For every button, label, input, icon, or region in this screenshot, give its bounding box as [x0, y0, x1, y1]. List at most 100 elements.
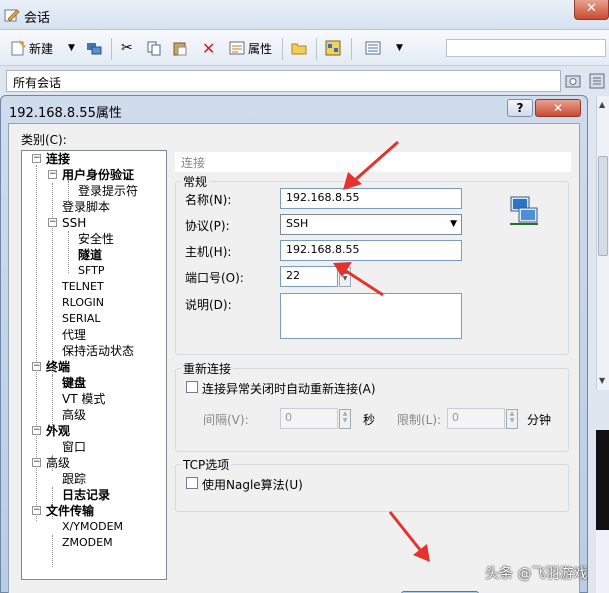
parent-close-button[interactable]: ✕ [574, 0, 609, 20]
tree-toggle-icon[interactable]: − [32, 426, 41, 435]
tree-toggle-icon[interactable]: − [32, 506, 41, 515]
paste-icon[interactable] [172, 38, 188, 58]
tree-item[interactable]: 键盘 [62, 376, 86, 390]
tree-toggle-icon[interactable]: − [32, 154, 41, 163]
tree-item[interactable]: 隧道 [78, 248, 102, 262]
tree-item[interactable]: TELNET [62, 280, 104, 294]
toolbar-search-input[interactable] [446, 39, 606, 57]
properties-label: 属性 [248, 41, 273, 56]
color-scheme-icon[interactable] [325, 38, 341, 58]
host-input[interactable]: 192.168.8.55 [280, 240, 462, 261]
new-button-label: 新建 [29, 41, 54, 56]
tree-item[interactable]: 窗口 [62, 440, 86, 454]
tree-item[interactable]: RLOGIN [62, 296, 104, 310]
tree-toggle-icon[interactable]: − [32, 362, 41, 371]
limit-input[interactable]: 0 [447, 408, 505, 429]
protocol-label: 协议(P): [185, 219, 230, 233]
watermark: 头条 @飞羽游戏 [485, 566, 588, 582]
name-label: 名称(N): [185, 193, 232, 207]
cut-icon[interactable]: ✂ [121, 38, 133, 58]
parent-titlebar: 会话 ✕ [0, 0, 609, 30]
toolbar: 新建 ▼ ✂ ✕ 属性 ▼ [0, 30, 609, 66]
right-scrollbar[interactable]: ▲ ▼ [596, 96, 609, 390]
tree-item[interactable]: SSH [62, 216, 86, 230]
delete-icon[interactable]: ✕ [202, 38, 215, 58]
tree-item[interactable]: 高级 [46, 456, 70, 470]
scroll-up-icon[interactable]: ▲ [599, 100, 605, 109]
port-input[interactable]: 22 [280, 266, 338, 287]
session-filter[interactable]: 所有会话 [6, 70, 561, 92]
tree-toggle-icon[interactable]: − [48, 170, 57, 179]
dialog-title: 192.168.8.55属性 [9, 106, 122, 121]
tree-item[interactable]: 登录提示符 [78, 184, 138, 198]
tree-item[interactable]: 日志记录 [62, 488, 110, 502]
section-title: 连接 [175, 152, 571, 172]
scroll-down-icon[interactable]: ▼ [599, 376, 605, 385]
port-stepper[interactable]: ▲ ▼ [339, 267, 351, 287]
interval-stepper[interactable]: ▲ ▼ [339, 409, 351, 429]
limit-label: 限制(L): [397, 413, 442, 427]
limit-unit: 分钟 [527, 413, 552, 427]
tree-item[interactable]: 文件传输 [46, 504, 94, 518]
tree-item[interactable]: 代理 [62, 328, 86, 342]
properties-icon [229, 41, 245, 55]
general-group-title: 常规 [181, 173, 210, 190]
tree-item[interactable]: 跟踪 [62, 472, 86, 486]
tree-toggle-icon[interactable]: − [32, 458, 41, 467]
tree-item[interactable]: 连接 [46, 152, 70, 166]
tcp-group-title: TCP选项 [181, 456, 232, 473]
tree-item[interactable]: 高级 [62, 408, 86, 422]
tree-item[interactable]: X/YMODEM [62, 520, 123, 534]
description-input[interactable] [280, 293, 462, 339]
tree-item[interactable]: SFTP [78, 264, 104, 278]
tree-item[interactable]: 外观 [46, 424, 70, 438]
nagle-checkbox[interactable] [186, 477, 198, 489]
session-manager-icon[interactable] [588, 72, 606, 90]
save-session-icon[interactable] [564, 72, 582, 90]
category-tree[interactable]: − 连接 − 用户身份验证 登录提示符 登录脚本 − SSH 安全性 隧道 SF… [21, 150, 167, 580]
copy-icon[interactable] [146, 38, 162, 58]
tree-item[interactable]: 登录脚本 [62, 200, 110, 214]
help-button[interactable]: ? [507, 99, 533, 117]
tree-item[interactable]: 安全性 [78, 232, 114, 246]
tree-item[interactable]: 保持活动状态 [62, 344, 134, 358]
properties-button[interactable]: 属性 [229, 38, 272, 58]
tree-item[interactable]: ZMODEM [62, 536, 113, 550]
app-icon [4, 9, 20, 22]
new-dropdown-icon[interactable]: ▼ [68, 38, 75, 58]
toolbar-divider [111, 38, 112, 60]
tree-item[interactable]: 终端 [46, 360, 70, 374]
limit-stepper[interactable]: ▲ ▼ [506, 409, 518, 429]
network-computer-icon [510, 196, 538, 225]
dialog-body: 类别(C): − 连接 − 用户身份验证 登录提示符 登录脚本 − SSH 安全… [8, 123, 580, 593]
folder-icon[interactable] [291, 38, 307, 58]
terminal-strip [596, 430, 609, 530]
category-label: 类别(C): [21, 133, 67, 147]
chevron-down-icon: ▼ [450, 219, 457, 229]
new-icon [11, 40, 26, 56]
interval-unit: 秒 [363, 413, 376, 427]
protocol-select[interactable]: SSH ▼ [280, 214, 462, 235]
connect-icon[interactable] [86, 38, 102, 58]
scroll-thumb[interactable] [598, 156, 608, 256]
right-panel-lower [596, 530, 609, 593]
reconnect-group-title: 重新连接 [181, 360, 234, 377]
tree-item[interactable]: VT 模式 [62, 392, 105, 406]
view-list-icon[interactable] [365, 38, 381, 58]
view-dropdown-icon[interactable]: ▼ [396, 38, 403, 58]
dialog-close-button[interactable]: ✕ [535, 99, 581, 117]
tree-item[interactable]: 用户身份验证 [62, 168, 134, 182]
toolbar-divider [282, 38, 283, 60]
new-button[interactable]: 新建 [10, 38, 53, 58]
port-label: 端口号(O): [185, 271, 244, 285]
tree-item[interactable]: SERIAL [62, 312, 100, 326]
auto-reconnect-checkbox[interactable] [186, 381, 198, 393]
tree-connector [52, 535, 53, 567]
interval-input[interactable]: 0 [280, 408, 338, 429]
tree-connector [36, 165, 37, 521]
description-label: 说明(D): [185, 298, 232, 312]
auto-reconnect-label: 连接异常关闭时自动重新连接(A) [202, 382, 376, 396]
toolbar-divider [351, 38, 352, 60]
name-input[interactable]: 192.168.8.55 [280, 188, 462, 209]
tree-toggle-icon[interactable]: − [48, 218, 57, 227]
